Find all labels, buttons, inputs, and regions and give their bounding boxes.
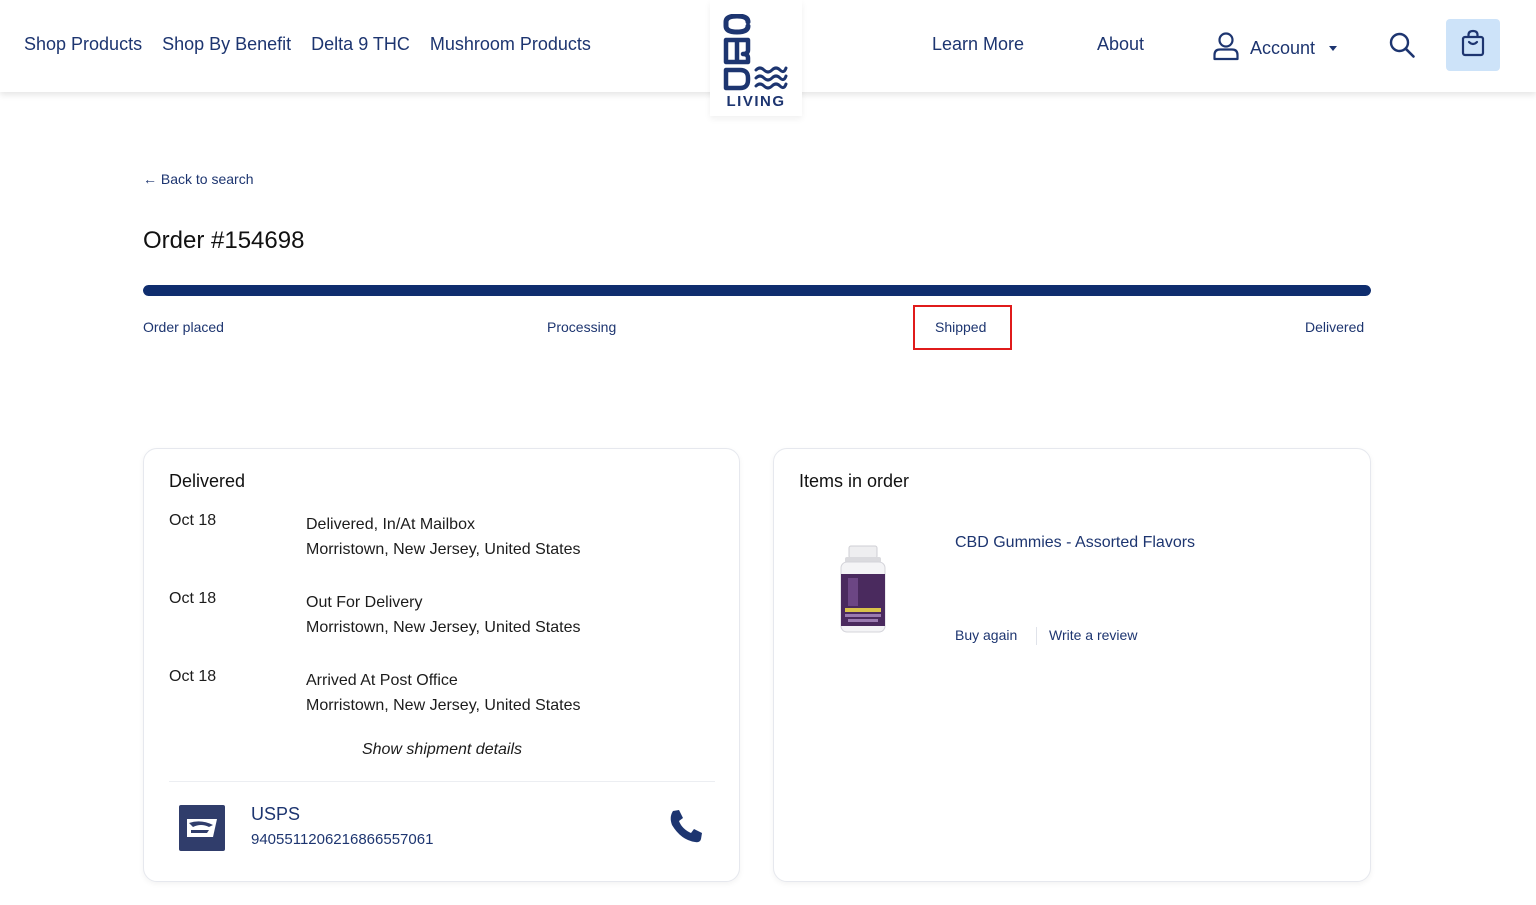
account-menu[interactable]: Account bbox=[1212, 31, 1338, 66]
shopping-bag-icon bbox=[1460, 29, 1486, 62]
divider bbox=[1036, 627, 1037, 645]
nav-learn-more[interactable]: Learn More bbox=[932, 34, 1024, 55]
write-review-link[interactable]: Write a review bbox=[1049, 627, 1137, 643]
step-highlight-box bbox=[913, 305, 1012, 350]
back-to-search-link[interactable]: ← Back to search bbox=[143, 171, 254, 187]
search-icon bbox=[1388, 32, 1416, 63]
step-delivered: Delivered bbox=[1305, 319, 1365, 335]
logo-mark-icon bbox=[723, 14, 788, 91]
step-processing: Processing bbox=[547, 319, 617, 335]
event-location: Morristown, New Jersey, United States bbox=[306, 541, 581, 558]
carrier-name: USPS bbox=[251, 804, 301, 824]
call-carrier-button[interactable] bbox=[667, 807, 705, 850]
logo-wordmark: LIVING bbox=[726, 93, 786, 110]
cart-button[interactable] bbox=[1446, 19, 1500, 71]
event-status: Delivered, In/At Mailbox bbox=[306, 516, 475, 533]
event-status: Out For Delivery bbox=[306, 594, 423, 611]
order-progress-fill bbox=[143, 285, 1371, 296]
shipment-status-title: Delivered bbox=[169, 471, 246, 491]
event-location: Morristown, New Jersey, United States bbox=[306, 697, 581, 714]
event-status: Arrived At Post Office bbox=[306, 672, 458, 689]
items-card: Items in order CBD Gummies - Assorted Fl… bbox=[773, 448, 1371, 882]
buy-again-link[interactable]: Buy again bbox=[955, 627, 1017, 643]
nav-mushroom-products[interactable]: Mushroom Products bbox=[430, 34, 591, 55]
nav-about[interactable]: About bbox=[1097, 34, 1144, 55]
usps-eagle-icon bbox=[179, 805, 225, 851]
nav-delta-9-thc[interactable]: Delta 9 THC bbox=[311, 34, 410, 55]
show-shipment-details-link[interactable]: Show shipment details bbox=[144, 741, 740, 759]
page-title: Order #154698 bbox=[143, 227, 305, 254]
step-order-placed: Order placed bbox=[143, 319, 224, 335]
event-location: Morristown, New Jersey, United States bbox=[306, 619, 581, 636]
user-icon bbox=[1212, 31, 1240, 66]
product-image[interactable] bbox=[836, 544, 890, 641]
shipment-card: Delivered Oct 18 Delivered, In/At Mailbo… bbox=[143, 448, 740, 882]
items-card-title: Items in order bbox=[799, 471, 910, 491]
primary-nav: Shop Products Shop By Benefit Delta 9 TH… bbox=[24, 34, 591, 55]
account-label: Account bbox=[1250, 38, 1316, 58]
divider bbox=[169, 781, 715, 782]
tracking-number-link[interactable]: 9405511206216866557061 bbox=[251, 831, 433, 848]
product-name-link[interactable]: CBD Gummies - Assorted Flavors bbox=[955, 534, 1195, 552]
phone-icon bbox=[667, 810, 705, 849]
nav-shop-products[interactable]: Shop Products bbox=[24, 34, 142, 55]
event-date: Oct 18 bbox=[169, 512, 217, 529]
search-button[interactable] bbox=[1388, 31, 1416, 64]
chevron-down-icon bbox=[1329, 46, 1338, 51]
brand-logo[interactable]: LIVING bbox=[710, 0, 802, 116]
nav-shop-by-benefit[interactable]: Shop By Benefit bbox=[162, 34, 291, 55]
order-progress-bar bbox=[143, 285, 1371, 296]
event-date: Oct 18 bbox=[169, 668, 217, 685]
event-date: Oct 18 bbox=[169, 590, 217, 607]
